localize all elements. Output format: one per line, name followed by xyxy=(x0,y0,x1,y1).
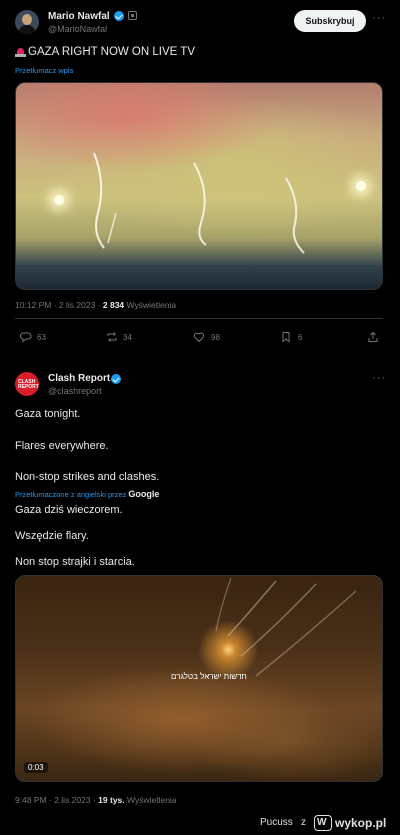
tweet-text-line: Flares everywhere. xyxy=(15,440,109,452)
translated-text-line: Wszędzie flary. xyxy=(15,530,89,542)
reply-count: 63 xyxy=(37,333,46,342)
subscribe-button[interactable]: Subskrybuj xyxy=(294,10,366,32)
translation-attribution-text[interactable]: Przetłumaczone z angielski przez xyxy=(15,490,126,499)
avatar-logo-text: CLASH REPORT xyxy=(18,379,39,390)
source-connector: z xyxy=(301,817,306,828)
reply-icon[interactable] xyxy=(20,331,32,343)
more-options-icon[interactable]: ··· xyxy=(372,12,386,24)
views-label: Wyświetlenia xyxy=(127,795,177,805)
flare-trails xyxy=(93,152,305,254)
views-count: 19 tys. xyxy=(98,795,125,805)
translation-attribution: Przetłumaczone z angielski przez Google xyxy=(15,489,159,499)
views-count: 2 834 xyxy=(102,300,125,310)
verified-badge-icon xyxy=(111,374,121,384)
tweet-mario-nawfal: Mario Nawfal @MarioNawfal Subskrybuj ···… xyxy=(0,0,400,355)
google-brand: Google xyxy=(128,489,160,499)
bookmark-count: 6 xyxy=(298,333,303,342)
ground-strip xyxy=(16,265,382,289)
author-handle[interactable]: @clashreport xyxy=(48,386,102,396)
verified-badge-icon xyxy=(114,11,124,21)
more-options-icon[interactable]: ··· xyxy=(372,372,386,384)
video-watermark: חדשות ישראל בטלגרם xyxy=(171,672,247,681)
source-author: Pucuss xyxy=(260,817,293,828)
wykop-logo-icon xyxy=(314,815,332,831)
tweet-time[interactable]: 9:48 PM · 2 lis 2023 · xyxy=(15,795,96,805)
bookmark-icon[interactable] xyxy=(280,331,292,343)
divider xyxy=(15,318,383,319)
tweet-video[interactable]: חדשות ישראל בטלגרם 0:03 xyxy=(15,575,383,782)
like-count: 98 xyxy=(211,333,220,342)
tweet-meta: 10:12 PM · 2 lis 2023 · 2 834 Wyświetlen… xyxy=(15,300,176,310)
tweet-meta: 9:48 PM · 2 lis 2023 · 19 tys. Wyświetle… xyxy=(15,795,177,805)
repost-count: 34 xyxy=(123,333,132,342)
tweet-time[interactable]: 10:12 PM · 2 lis 2023 · xyxy=(15,300,101,310)
source-footer: Pucuss z wykop.pl xyxy=(0,812,400,835)
translated-text-line: Non stop strajki i starcia. xyxy=(15,556,135,568)
translated-text-line: Gaza dziś wieczorem. xyxy=(15,504,123,516)
avatar-face xyxy=(22,14,32,25)
repost-icon[interactable] xyxy=(106,331,118,343)
avatar-body xyxy=(18,25,36,34)
tweet-text-line: Non-stop strikes and clashes. xyxy=(15,471,160,483)
author-handle[interactable]: @MarioNawfal xyxy=(48,24,107,34)
like-icon[interactable] xyxy=(193,331,205,343)
wykop-logo: wykop.pl xyxy=(314,815,396,831)
video-duration: 0:03 xyxy=(24,762,48,773)
tweet-video[interactable] xyxy=(15,82,383,290)
affiliate-badge-icon xyxy=(128,11,137,20)
translate-link[interactable]: Przetłumacz wpis xyxy=(15,66,73,75)
police-light-icon xyxy=(15,48,26,58)
avatar[interactable] xyxy=(15,10,39,34)
author-name[interactable]: Clash Report xyxy=(48,373,110,384)
avatar[interactable]: CLASH REPORT xyxy=(15,372,39,396)
wykop-site-name: wykop.pl xyxy=(335,816,387,830)
share-icon[interactable] xyxy=(367,331,379,343)
author-name[interactable]: Mario Nawfal xyxy=(48,11,110,22)
tweet-text: GAZA RIGHT NOW ON LIVE TV xyxy=(28,46,195,58)
tweet-text-line: Gaza tonight. xyxy=(15,408,81,420)
views-label: Wyświetlenia xyxy=(126,300,177,310)
